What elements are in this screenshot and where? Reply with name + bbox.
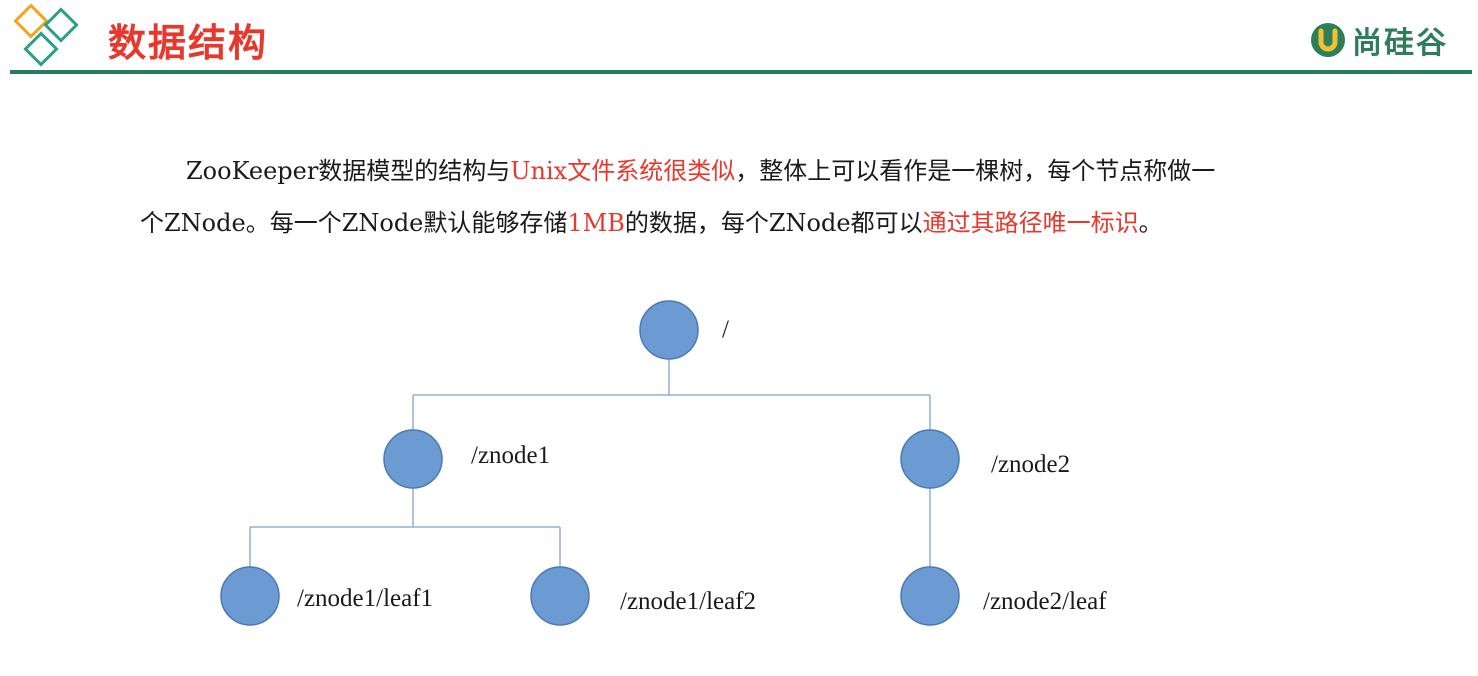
tree-node-znode2-leaf <box>900 566 960 626</box>
tree-node-znode1 <box>383 429 443 489</box>
node-label-znode1: /znode1 <box>471 442 551 469</box>
node-label-znode2-leaf: /znode2/leaf <box>983 588 1107 615</box>
tree-node-root <box>639 300 699 360</box>
node-label-leaf1: /znode1/leaf1 <box>297 585 434 612</box>
node-label-leaf2: /znode1/leaf2 <box>620 588 757 615</box>
node-label-root: / <box>722 316 729 343</box>
tree-node-leaf1 <box>220 566 280 626</box>
node-label-znode2: /znode2 <box>991 451 1071 478</box>
znode-tree-diagram <box>220 300 960 626</box>
tree-node-leaf2 <box>530 566 590 626</box>
tree-node-znode2 <box>900 429 960 489</box>
